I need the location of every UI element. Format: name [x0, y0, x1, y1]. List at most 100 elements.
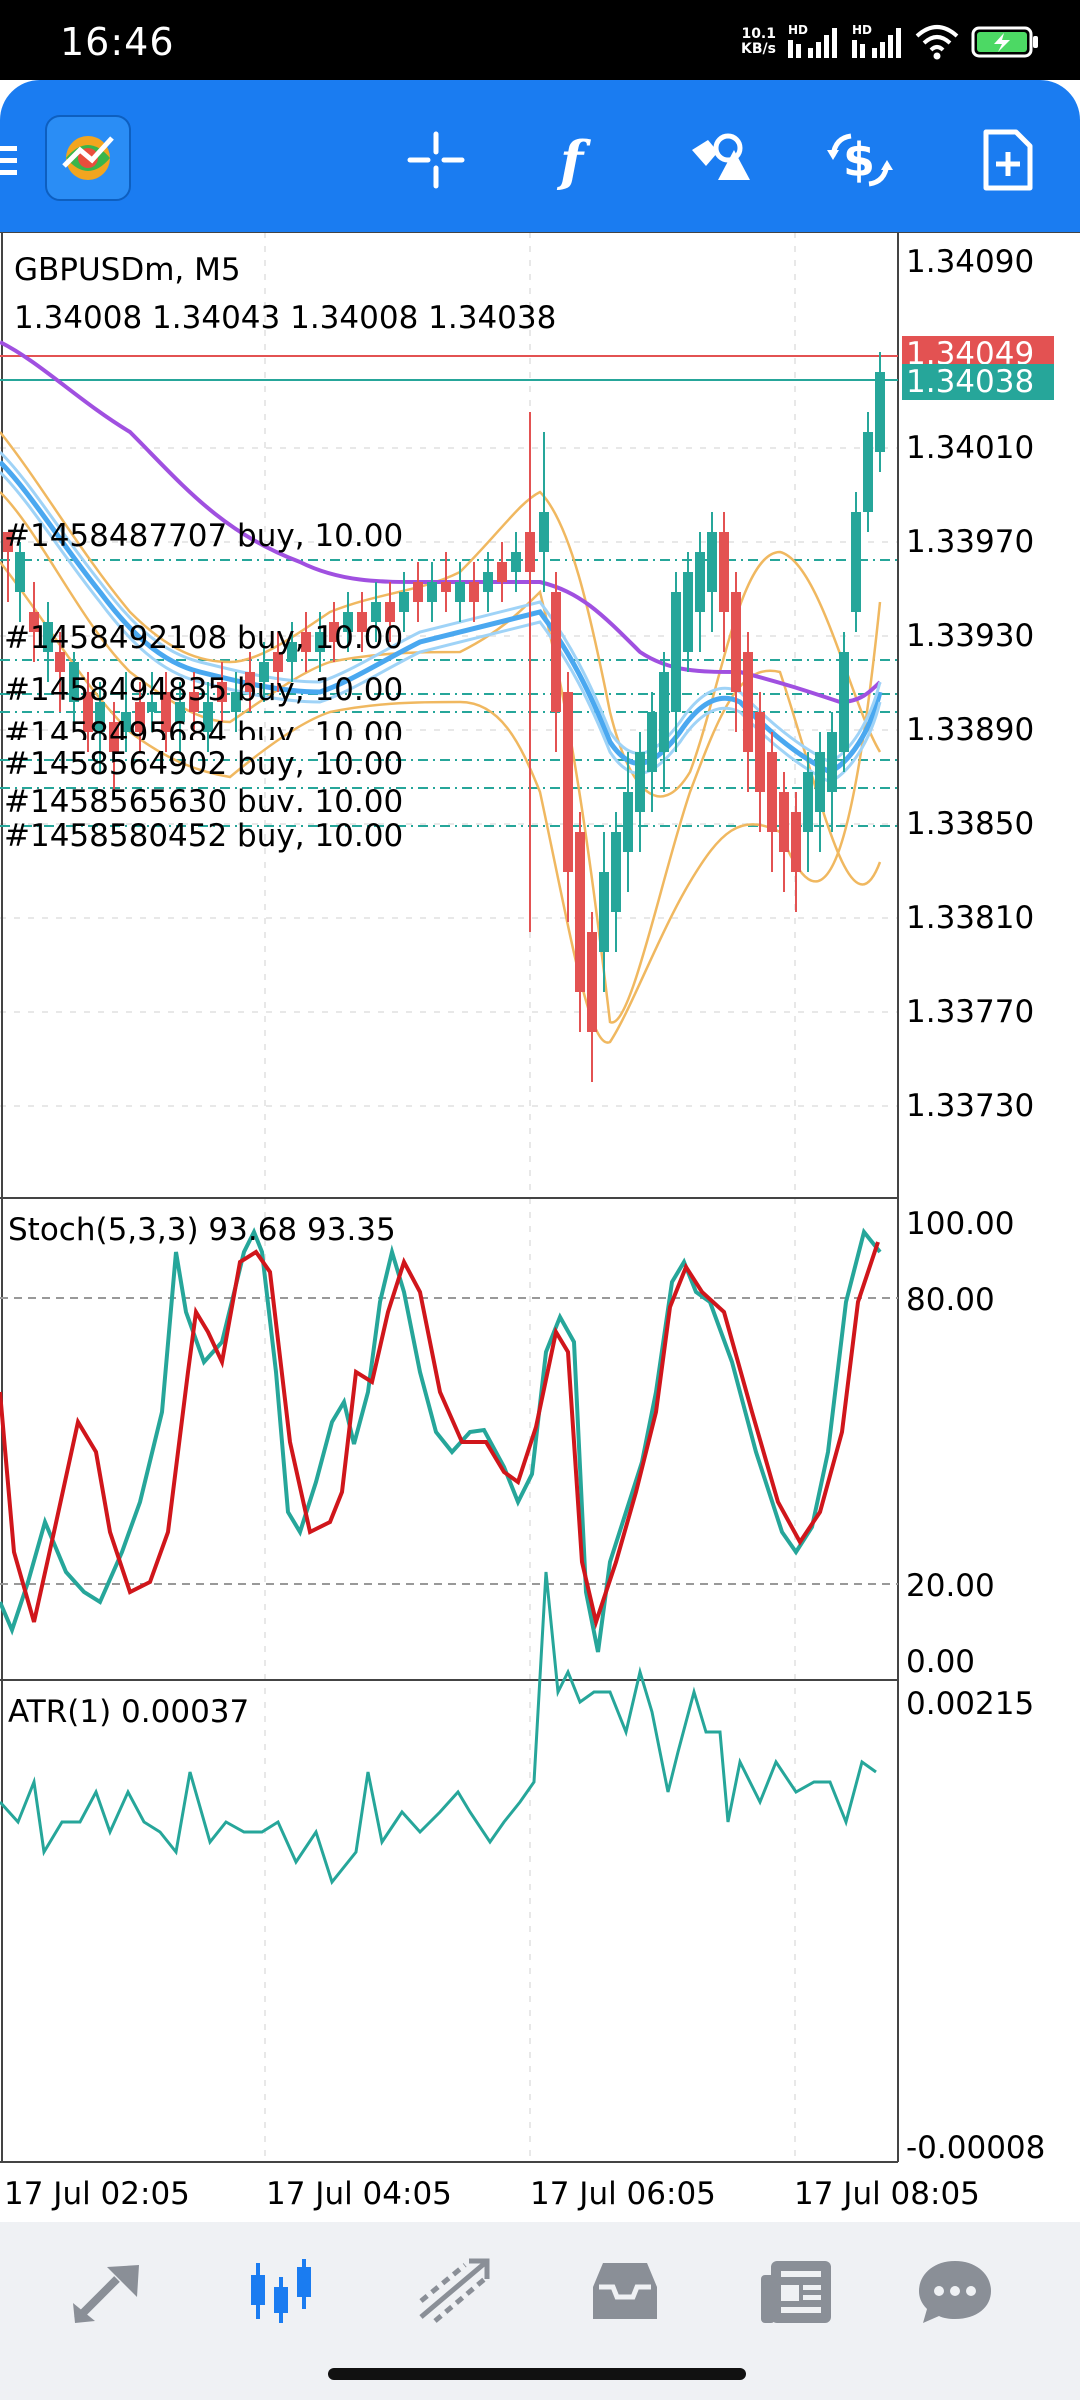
- price-axis-label: 1.33810: [906, 900, 1035, 936]
- candle-body: [427, 582, 437, 602]
- candle-body: [815, 752, 825, 812]
- candle-body: [839, 652, 849, 752]
- time-axis-label: 17 Jul 06:05: [530, 2176, 716, 2212]
- bid-price-tag: 1.34038: [902, 364, 1054, 400]
- candle-body: [441, 582, 451, 592]
- order-label[interactable]: #1458487707 buy, 10.00: [4, 518, 403, 554]
- news-icon[interactable]: [752, 2252, 842, 2332]
- candle-body: [483, 572, 493, 592]
- status-time: 16:46: [60, 20, 175, 64]
- candle-body: [469, 582, 479, 602]
- candle-body: [731, 592, 741, 692]
- svg-text:f: f: [556, 130, 591, 190]
- price-axis-label: 1.33930: [906, 618, 1035, 654]
- order-label[interactable]: #1458564902 buy, 10.00: [4, 746, 403, 782]
- trade-lines-icon[interactable]: [410, 2252, 500, 2332]
- candle-body: [563, 692, 573, 872]
- candle-body: [635, 752, 645, 812]
- svg-text:HD: HD: [788, 23, 808, 37]
- price-axis-label: 1.34010: [906, 430, 1035, 466]
- history-inbox-icon[interactable]: [580, 2252, 670, 2332]
- time-axis-label: 17 Jul 02:05: [4, 2176, 190, 2212]
- quotes-arrows-icon[interactable]: [62, 2252, 152, 2332]
- order-label[interactable]: #1458494835 buy, 10.00: [4, 672, 403, 708]
- hamburger-menu-icon[interactable]: [0, 120, 32, 200]
- candle-body: [575, 832, 585, 992]
- candle-body: [719, 532, 729, 612]
- candle-body: [767, 752, 777, 832]
- stoch-axis-label: 80.00: [906, 1282, 995, 1318]
- candle-body: [695, 552, 705, 612]
- wifi-icon: [915, 25, 959, 60]
- candle-body: [511, 552, 521, 572]
- candle-body: [683, 572, 693, 652]
- price-axis-label: 1.33770: [906, 994, 1035, 1030]
- candle-body: [587, 932, 597, 1032]
- messages-chat-icon[interactable]: [910, 2252, 1000, 2332]
- battery-charging-icon: [971, 26, 1038, 58]
- candle-body: [539, 512, 549, 552]
- add-document-icon[interactable]: [968, 120, 1048, 200]
- candle-body: [743, 652, 753, 752]
- app-logo[interactable]: [44, 114, 132, 202]
- signal-hd-icon-2: HD: [852, 23, 901, 58]
- crosshair-icon[interactable]: [396, 120, 476, 200]
- svg-text:$: $: [843, 133, 875, 187]
- candle-body: [385, 602, 395, 622]
- stoch-label: Stoch(5,3,3) 93.68 93.35: [8, 1212, 396, 1248]
- shapes-icon[interactable]: [680, 120, 760, 200]
- order-label[interactable]: #1458495684 buy, 10.00: [4, 716, 403, 740]
- order-label[interactable]: #1458565630 buy, 10.00: [4, 784, 403, 812]
- candle-body: [371, 602, 381, 622]
- order-label[interactable]: #1458492108 buy, 10.00: [4, 620, 403, 656]
- atr-label: ATR(1) 0.00037: [8, 1694, 250, 1730]
- order-label[interactable]: #1458580452 buy, 10.00: [4, 818, 403, 854]
- candle-body: [497, 562, 507, 582]
- price-axis-label: 1.33970: [906, 524, 1035, 560]
- signal-hd-icon: HD: [788, 23, 837, 58]
- price-axis-label: 1.33730: [906, 1088, 1035, 1124]
- time-axis-label: 17 Jul 04:05: [266, 2176, 452, 2212]
- candle-body: [647, 712, 657, 772]
- atr-axis-top: 0.00215: [906, 1686, 1035, 1722]
- candle-body: [671, 592, 681, 712]
- stoch-axis-label: 0.00: [906, 1644, 976, 1680]
- function-f-icon[interactable]: f: [538, 120, 618, 200]
- candle-body: [623, 792, 633, 852]
- candle-body: [599, 872, 609, 952]
- home-indicator[interactable]: [328, 2368, 746, 2380]
- candle-body: [659, 672, 669, 752]
- atr-axis-bottom: -0.00008: [906, 2130, 1046, 2166]
- time-axis-label: 17 Jul 08:05: [794, 2176, 980, 2212]
- chart-candles-icon[interactable]: [236, 2252, 326, 2332]
- svg-text:HD: HD: [852, 23, 872, 37]
- candle-body: [525, 532, 535, 572]
- price-axis-label: 1.34090: [906, 244, 1035, 280]
- dollar-refresh-icon[interactable]: $: [820, 120, 900, 200]
- candle-body: [779, 792, 789, 852]
- net-speed: 10.1 KB/s: [741, 26, 776, 57]
- candle-body: [863, 432, 873, 512]
- candle-body: [707, 532, 717, 592]
- status-bar: 16:46 10.1 KB/s HD HD: [0, 0, 1080, 80]
- candle-body: [875, 372, 885, 452]
- stochastic-lines: [0, 1227, 898, 1653]
- chart-toolbar: f $: [0, 80, 1080, 232]
- price-axis-label: 1.33850: [906, 806, 1035, 842]
- ohlc-values: 1.34008 1.34043 1.34008 1.34038: [14, 300, 557, 336]
- candle-body: [755, 712, 765, 792]
- price-axis-label: 1.33890: [906, 712, 1035, 748]
- candle-body: [413, 582, 423, 602]
- stoch-axis-label: 100.00: [906, 1206, 1015, 1242]
- stoch-axis-label: 20.00: [906, 1568, 995, 1604]
- symbol-timeframe: GBPUSDm, M5: [14, 252, 241, 288]
- candle-body: [611, 832, 621, 912]
- candle-body: [455, 582, 465, 602]
- status-icons: 10.1 KB/s HD HD: [741, 22, 1040, 62]
- candle-body: [551, 592, 561, 712]
- candle-body: [399, 592, 409, 612]
- candle-body: [803, 772, 813, 832]
- candle-body: [827, 732, 837, 792]
- candle-body: [791, 812, 801, 872]
- candle-body: [851, 512, 861, 612]
